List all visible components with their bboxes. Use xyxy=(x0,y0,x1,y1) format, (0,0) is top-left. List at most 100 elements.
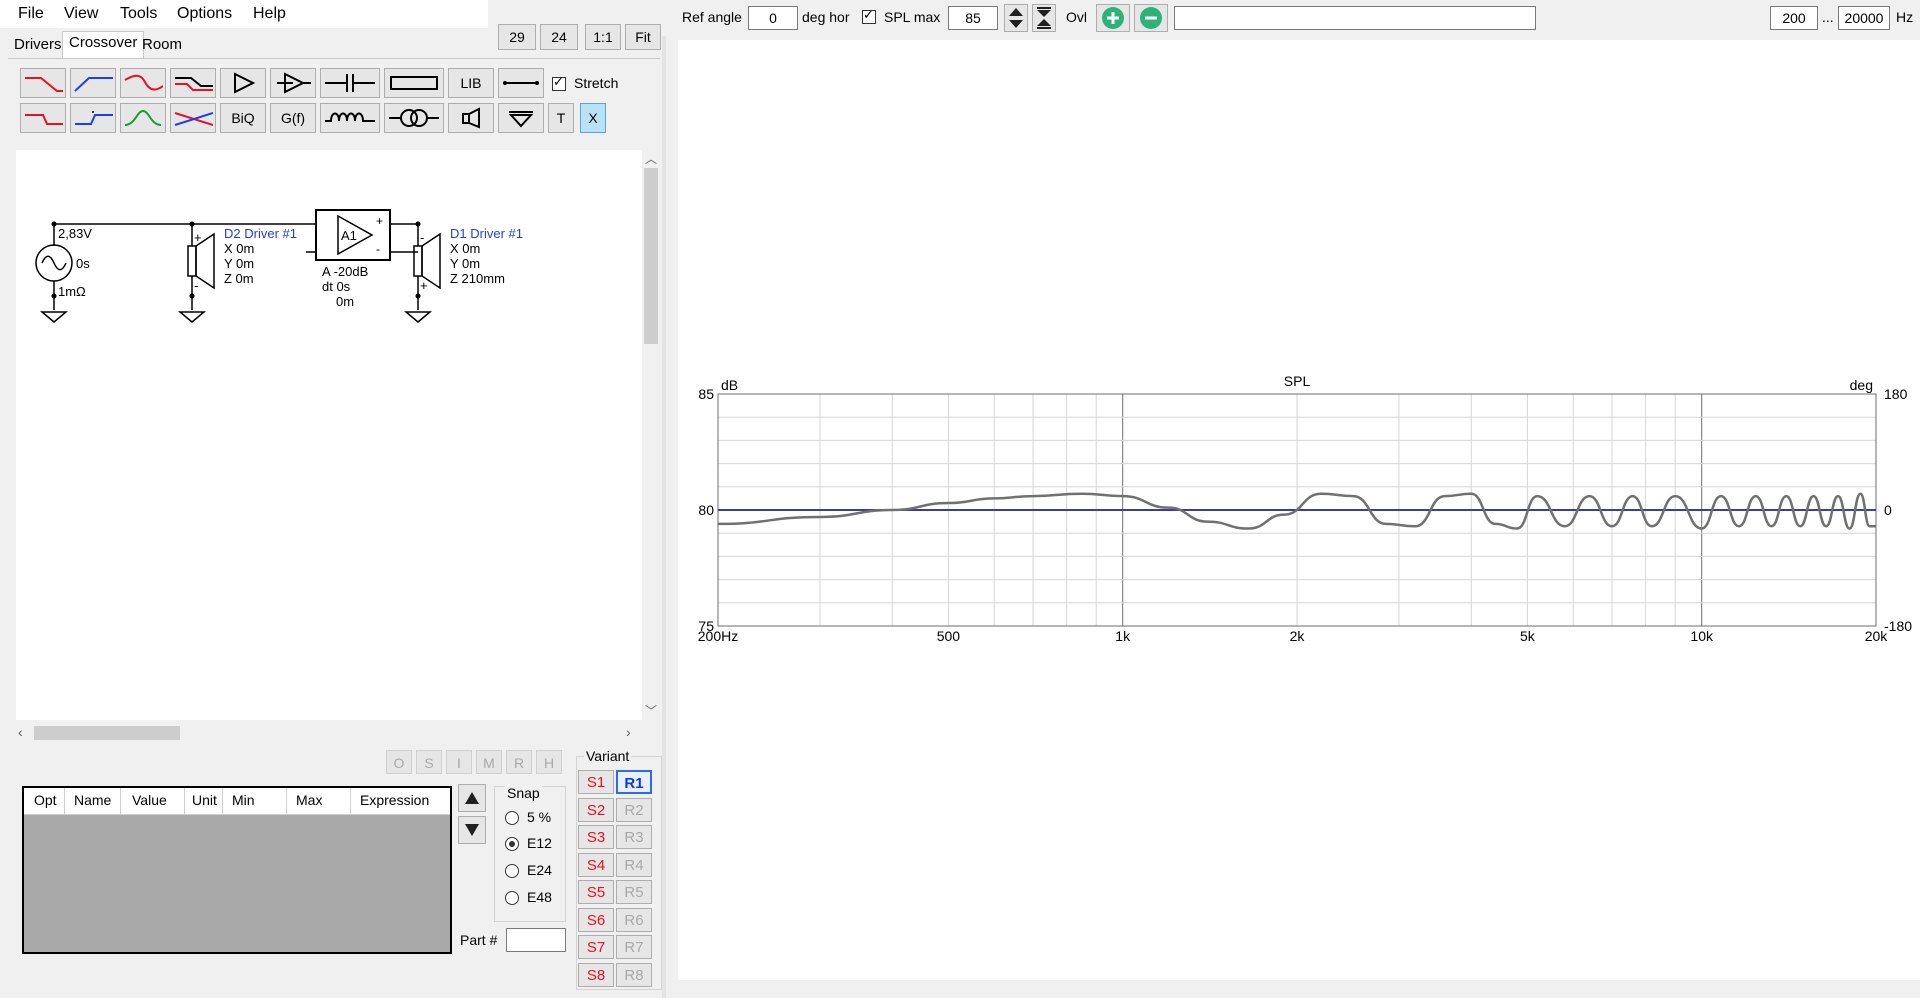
ovl-label: Ovl xyxy=(1066,9,1087,25)
snap-e48-radio[interactable] xyxy=(505,891,519,905)
d2-driver-name[interactable]: D2 Driver #1 xyxy=(224,226,297,241)
ground-button[interactable] xyxy=(498,103,544,133)
opt-r-button[interactable]: R xyxy=(506,750,532,774)
menu-options[interactable]: Options xyxy=(177,5,232,23)
variant-r1-button[interactable]: R1 xyxy=(616,770,652,794)
d1-driver-name[interactable]: D1 Driver #1 xyxy=(450,226,523,241)
spl-max-input[interactable]: 85 xyxy=(948,6,998,30)
variant-r3-button[interactable]: R3 xyxy=(616,825,652,849)
col-name[interactable]: Name xyxy=(74,792,111,808)
move-down-button[interactable] xyxy=(458,816,486,844)
shelf-button[interactable] xyxy=(170,68,216,98)
highpass-blue-button[interactable] xyxy=(70,68,116,98)
col-min[interactable]: Min xyxy=(232,792,255,808)
notch-red-button[interactable] xyxy=(120,68,166,98)
scroll-right-icon[interactable]: › xyxy=(626,724,631,740)
spl-spin-button[interactable] xyxy=(1004,4,1028,32)
crossover-button[interactable] xyxy=(170,103,216,133)
highpass2-button[interactable] xyxy=(70,103,116,133)
variant-s6-button[interactable]: S6 xyxy=(578,907,614,932)
freq-max-input[interactable]: 20000 xyxy=(1838,6,1890,30)
opt-i-button[interactable]: I xyxy=(446,750,472,774)
tab-crossover[interactable]: Crossover xyxy=(62,31,145,59)
col-expression[interactable]: Expression xyxy=(360,792,429,808)
spl-max-checkbox[interactable] xyxy=(862,7,876,24)
resistor-button[interactable] xyxy=(384,68,444,98)
opt-m-button[interactable]: M xyxy=(476,750,502,774)
variant-r2-button[interactable]: R2 xyxy=(616,797,652,822)
tab-drivers[interactable]: Drivers xyxy=(8,34,68,56)
parts-table[interactable]: Opt Name Value Unit Min Max Expression xyxy=(22,786,452,954)
wire-button[interactable] xyxy=(498,68,544,98)
scroll-up-icon[interactable]: ︿ xyxy=(645,150,657,167)
spl-chart-area[interactable]: 200Hz 500 1k 2k 5k 10k 20k 85 80 75 180 0 -180 dB deg S… xyxy=(678,40,1920,980)
ref-angle-input[interactable]: 0 xyxy=(748,6,798,30)
opt-h-button[interactable]: H xyxy=(536,750,562,774)
snap-e12-radio[interactable] xyxy=(505,837,519,851)
opt-o-button[interactable]: O xyxy=(386,750,412,774)
speaker-button[interactable] xyxy=(448,103,494,133)
variant-s8-button[interactable]: S8 xyxy=(578,962,614,987)
y-axis-label: dB xyxy=(721,377,738,393)
col-opt[interactable]: Opt xyxy=(34,792,57,808)
lowpass-red-button[interactable] xyxy=(20,68,66,98)
remove-overlay-button[interactable] xyxy=(1134,4,1168,32)
amplifier-button[interactable] xyxy=(220,68,266,98)
bandpass-button[interactable] xyxy=(120,103,166,133)
variant-s3-button[interactable]: S3 xyxy=(578,825,614,849)
zoom-1to1-button[interactable]: 1:1 xyxy=(585,24,621,50)
variant-s5-button[interactable]: S5 xyxy=(578,880,614,904)
zoom-29-button[interactable]: 29 xyxy=(498,24,536,50)
x-tick-label: 2k xyxy=(1290,628,1306,644)
inductor-button[interactable] xyxy=(320,103,380,133)
transformer-button[interactable] xyxy=(384,103,444,133)
menu-tools[interactable]: Tools xyxy=(120,5,157,23)
text-button[interactable]: T xyxy=(548,103,574,133)
variant-r5-button[interactable]: R5 xyxy=(616,880,652,904)
stretch-checkbox[interactable] xyxy=(552,74,566,91)
freq-min-input[interactable]: 200 xyxy=(1770,6,1818,30)
lowpass2-button[interactable] xyxy=(20,103,66,133)
menu-view[interactable]: View xyxy=(64,5,98,23)
lowpass-icon xyxy=(25,77,63,92)
variant-r8-button[interactable]: R8 xyxy=(616,962,652,987)
schematic-horizontal-scrollbar[interactable]: ‹ › xyxy=(16,724,642,742)
menu-file[interactable]: File xyxy=(18,5,44,23)
stretch-label: Stretch xyxy=(574,75,619,91)
biquad-button[interactable]: BiQ xyxy=(220,103,266,133)
tab-room[interactable]: Room xyxy=(136,34,188,56)
snap-e24-radio[interactable] xyxy=(505,864,519,878)
horizontal-scroll-thumb[interactable] xyxy=(34,726,180,740)
opt-s-button[interactable]: S xyxy=(416,750,442,774)
menu-help[interactable]: Help xyxy=(253,5,286,23)
variant-r4-button[interactable]: R4 xyxy=(616,852,652,877)
capacitor-button[interactable] xyxy=(320,68,380,98)
add-overlay-button[interactable] xyxy=(1096,4,1130,32)
col-max[interactable]: Max xyxy=(296,792,322,808)
scroll-left-icon[interactable]: ‹ xyxy=(18,724,23,740)
pane-splitter[interactable] xyxy=(662,36,666,998)
library-button[interactable]: LIB xyxy=(448,68,494,98)
schematic-canvas[interactable]: 2,83V 0s 1mΩ + - D2 Driver #1 X 0m Y 0m … xyxy=(16,150,642,720)
overlay-name-input[interactable] xyxy=(1174,6,1536,30)
variant-r6-button[interactable]: R6 xyxy=(616,907,652,932)
variant-r7-button[interactable]: R7 xyxy=(616,935,652,959)
scroll-down-icon[interactable]: ﹀ xyxy=(645,702,657,719)
variant-s1-button[interactable]: S1 xyxy=(578,770,614,794)
spl-fit-button[interactable] xyxy=(1032,4,1056,32)
buffer-button[interactable] xyxy=(270,68,316,98)
variant-s2-button[interactable]: S2 xyxy=(578,797,614,822)
col-value[interactable]: Value xyxy=(132,792,167,808)
col-unit[interactable]: Unit xyxy=(192,792,217,808)
gf-button[interactable]: G(f) xyxy=(270,103,316,133)
schematic-vertical-scrollbar[interactable]: ︿ ﹀ xyxy=(642,150,660,720)
x-button[interactable]: X xyxy=(580,103,606,133)
vertical-scroll-thumb[interactable] xyxy=(644,168,658,344)
move-up-button[interactable] xyxy=(458,784,486,812)
zoom-24-button[interactable]: 24 xyxy=(540,24,578,50)
snap-5pct-radio[interactable] xyxy=(505,811,519,825)
part-number-input[interactable] xyxy=(506,928,566,952)
zoom-fit-button[interactable]: Fit xyxy=(625,24,661,50)
variant-s7-button[interactable]: S7 xyxy=(578,935,614,959)
variant-s4-button[interactable]: S4 xyxy=(578,852,614,877)
